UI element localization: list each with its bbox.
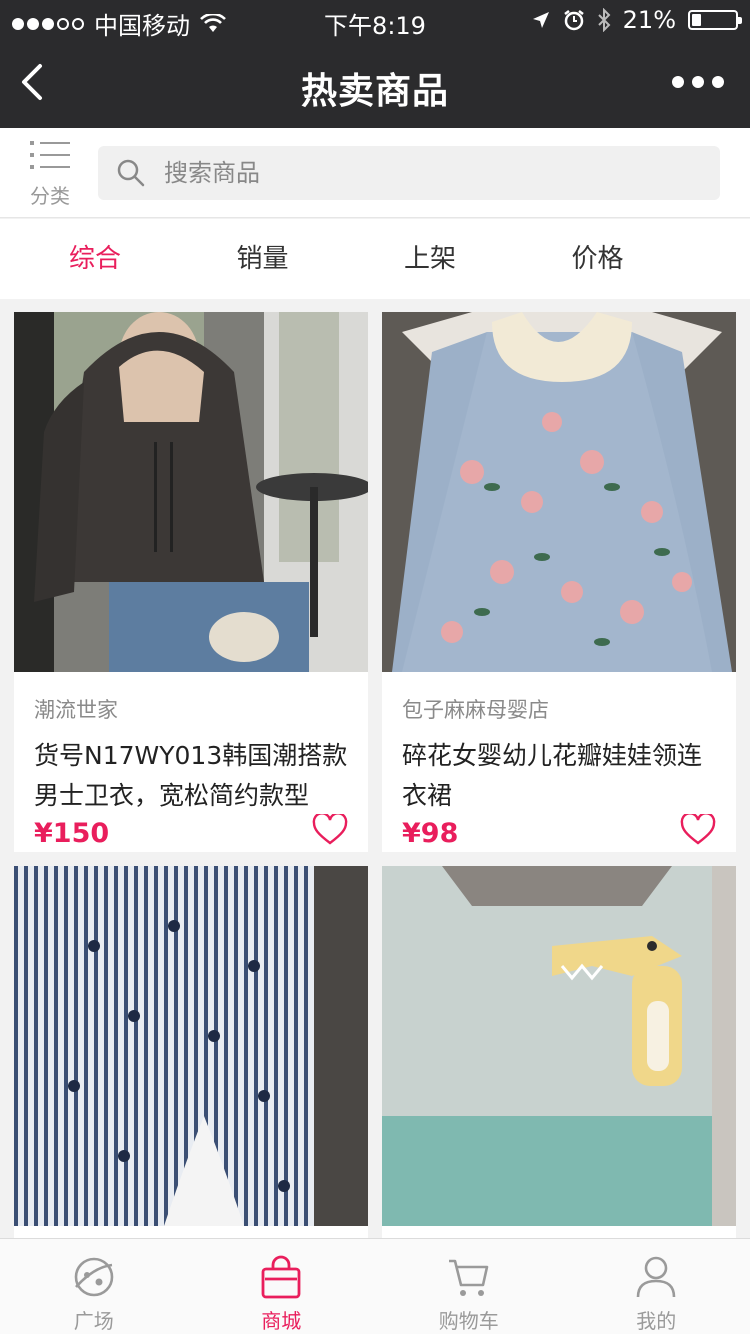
product-image[interactable] [382, 312, 736, 672]
heart-icon[interactable] [680, 814, 716, 846]
tab-bar: 广场 商城 购物车 我的 [0, 1238, 750, 1334]
sort-tab-sales[interactable]: 销量 [160, 219, 365, 299]
product-card[interactable]: 包子麻麻母婴店 碎花女婴幼儿花瓣娃娃领连衣裙 ¥98 [382, 312, 736, 852]
search-box[interactable] [98, 146, 720, 200]
status-bar: 中国移动 下午8:19 21% [0, 0, 750, 40]
battery-icon [688, 10, 742, 30]
product-price: ¥98 [402, 818, 459, 849]
category-label: 分类 [30, 184, 70, 208]
product-card[interactable]: 潮流世家 货号N17WY013韩国潮搭款男士卫衣，宽松简约款型 ¥150 [14, 312, 368, 852]
alarm-icon [563, 10, 584, 31]
planet-icon [74, 1257, 114, 1297]
category-button[interactable]: 分类 [24, 138, 76, 208]
product-card[interactable] [382, 866, 736, 1246]
battery-percent: 21% [622, 6, 676, 34]
price-row: ¥150 [34, 814, 348, 868]
heart-icon[interactable] [312, 814, 348, 846]
tab-label: 商城 [261, 1309, 302, 1333]
tab-label: 广场 [73, 1309, 114, 1333]
page: 中国移动 下午8:19 21% 热卖商品 分类 搜索商品 综合 销量 上架 价格… [0, 0, 750, 1334]
list-icon [30, 141, 70, 169]
tab-label: 购物车 [438, 1309, 499, 1333]
shop-name: 潮流世家 [34, 698, 118, 722]
tab-me[interactable]: 我的 [563, 1239, 750, 1334]
tab-mall[interactable]: 商城 [188, 1239, 376, 1334]
search-row: 分类 [0, 128, 750, 218]
sort-tab-price[interactable]: 价格 [495, 219, 700, 299]
sort-tabs: 综合 销量 上架 价格 [0, 219, 750, 299]
search-input[interactable] [164, 146, 704, 200]
product-title: 货号N17WY013韩国潮搭款男士卫衣，宽松简约款型 [34, 741, 348, 810]
search-icon [117, 159, 145, 187]
product-info: 潮流世家 货号N17WY013韩国潮搭款男士卫衣，宽松简约款型 ¥150 [14, 672, 368, 868]
cart-icon [448, 1259, 489, 1296]
price-row: ¥98 [402, 814, 716, 868]
shopping-bag-icon [261, 1255, 301, 1299]
product-image[interactable] [14, 312, 368, 672]
location-icon [532, 12, 549, 28]
sort-tab-comprehensive[interactable]: 综合 [30, 219, 160, 299]
shop-name: 包子麻麻母婴店 [402, 698, 549, 722]
sort-tab-new[interactable]: 上架 [365, 219, 495, 299]
product-title: 碎花女婴幼儿花瓣娃娃领连衣裙 [402, 741, 703, 810]
tab-label: 我的 [636, 1309, 677, 1333]
tab-cart[interactable]: 购物车 [375, 1239, 563, 1334]
product-price: ¥150 [34, 818, 110, 849]
product-image[interactable] [382, 866, 736, 1226]
tab-square[interactable]: 广场 [0, 1239, 188, 1334]
product-info: 包子麻麻母婴店 碎花女婴幼儿花瓣娃娃领连衣裙 ¥98 [382, 672, 736, 868]
product-grid: 潮流世家 货号N17WY013韩国潮搭款男士卫衣，宽松简约款型 ¥150 包子麻… [0, 300, 750, 1246]
product-image[interactable] [14, 866, 368, 1226]
product-card[interactable] [14, 866, 368, 1246]
status-right: 21% [531, 6, 742, 34]
top-bar: 中国移动 下午8:19 21% 热卖商品 [0, 0, 750, 128]
page-title: 热卖商品 [300, 71, 449, 112]
user-icon [636, 1256, 676, 1298]
bluetooth-icon [597, 8, 611, 32]
more-icon[interactable] [672, 76, 724, 88]
nav-bar: 热卖商品 [0, 40, 750, 128]
